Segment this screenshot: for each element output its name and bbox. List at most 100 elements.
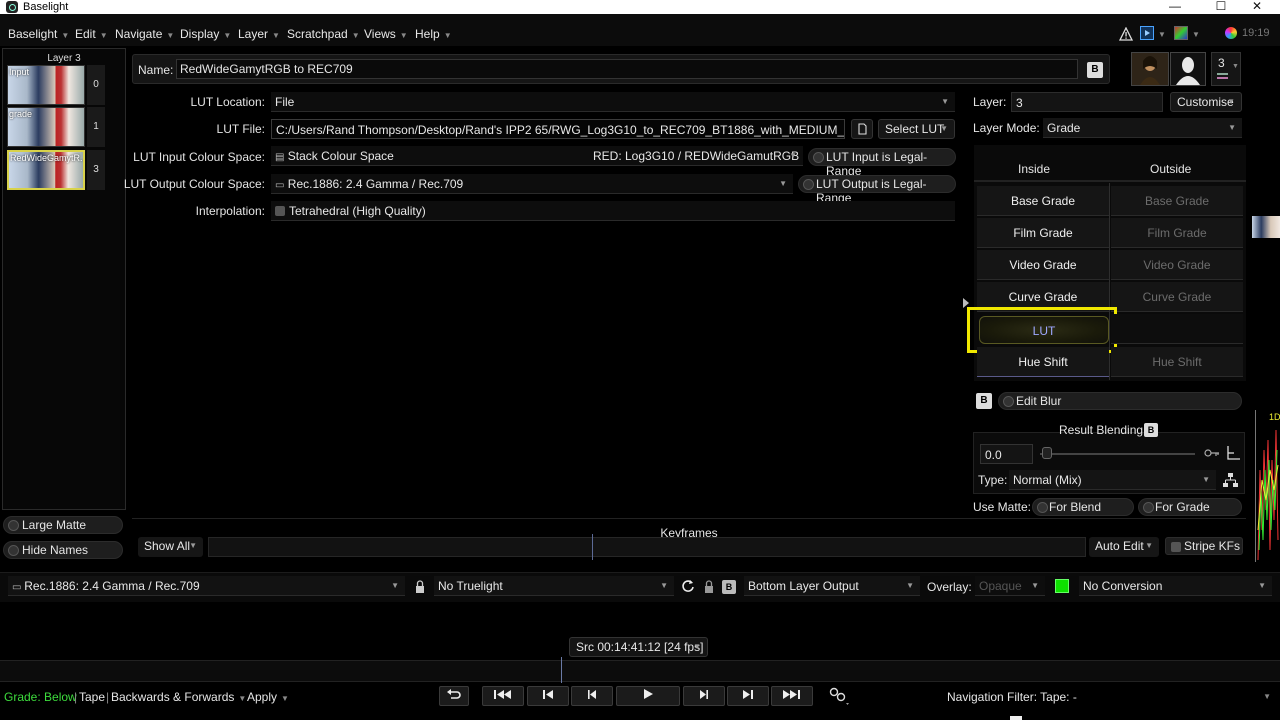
previous-shot-button[interactable] <box>527 686 569 706</box>
lut-file-label: LUT File: <box>216 122 265 136</box>
keyframes-timeline[interactable] <box>208 534 1086 560</box>
result-blending-b-icon[interactable]: B <box>1144 423 1158 437</box>
inside-video-grade[interactable]: Video Grade <box>977 250 1109 280</box>
timeline-playhead[interactable] <box>561 657 562 683</box>
monitor-icon: ▭ <box>275 180 285 191</box>
outside-lut[interactable] <box>1111 314 1243 344</box>
go-to-start-button[interactable] <box>482 686 524 706</box>
window-title: Baselight <box>23 1 69 13</box>
menu-navigate[interactable]: Navigate ▼ <box>115 27 174 43</box>
timecode-dropdown[interactable]: Src 00:14:41:12 [24 fps] ▼ <box>569 637 708 657</box>
monitor-play-icon[interactable] <box>1140 26 1154 40</box>
edit-blur-toggle[interactable]: Edit Blur <box>998 392 1242 410</box>
tape-mode-button[interactable]: Tape <box>79 690 105 704</box>
grade-mode-selector[interactable]: Grade: Below <box>4 690 77 704</box>
name-input[interactable]: RedWideGamytRGB to REC709 <box>176 59 1078 79</box>
menu-edit[interactable]: Edit ▼ <box>75 27 108 43</box>
minimize-button[interactable]: — <box>1152 0 1198 14</box>
next-shot-button[interactable] <box>727 686 769 706</box>
display-colour-space-dropdown[interactable]: ▭ Rec.1886: 2.4 Gamma / Rec.709 ▼ <box>8 576 405 596</box>
outside-base-grade[interactable]: Base Grade <box>1111 186 1243 216</box>
step-back-button[interactable] <box>571 686 613 706</box>
inside-lut[interactable]: LUT <box>979 316 1109 344</box>
key-icon[interactable] <box>1203 445 1221 461</box>
silhouette-thumbnail[interactable] <box>1170 52 1206 86</box>
stripe-kfs-toggle[interactable]: Stripe KFs <box>1165 537 1243 555</box>
matte-for-grade-toggle[interactable]: For Grade <box>1138 498 1242 516</box>
graph-axis-icon[interactable] <box>1224 444 1242 462</box>
menu-scratchpad[interactable]: Scratchpad ▼ <box>287 27 360 43</box>
output-b-icon[interactable]: B <box>722 580 736 594</box>
chevron-down-icon[interactable]: ▼ <box>1158 30 1166 39</box>
timeline-scrubber[interactable] <box>0 657 1280 683</box>
select-lut-button[interactable]: Select LUT ▼ <box>878 119 955 139</box>
close-button[interactable]: ✕ <box>1234 0 1280 14</box>
status-green-indicator[interactable] <box>1055 579 1069 593</box>
inside-base-grade[interactable]: Base Grade <box>977 186 1109 216</box>
resize-handle[interactable] <box>1010 716 1022 720</box>
blend-amount-input[interactable]: 0.0 <box>980 444 1033 464</box>
lut-output-colour-space-dropdown[interactable]: ▭ Rec.1886: 2.4 Gamma / Rec.709 ▼ <box>271 174 793 194</box>
layer-mode-label: Layer Mode: <box>973 121 1040 135</box>
layer-number-input[interactable]: 3 <box>1011 92 1163 112</box>
auto-edit-dropdown[interactable]: Auto Edit ▼ <box>1089 537 1159 557</box>
color-balls-icon[interactable] <box>1225 27 1237 39</box>
layer-mode-dropdown[interactable]: Grade ▼ <box>1043 118 1242 138</box>
blur-bypass-b-icon[interactable]: B <box>976 393 992 409</box>
playback-direction-dropdown[interactable]: Backwards & Forwards ▼ <box>111 690 246 704</box>
file-browse-button[interactable] <box>851 119 873 139</box>
menu-views[interactable]: Views ▼ <box>364 27 408 43</box>
interpolation-dropdown[interactable]: Tetrahedral (High Quality) <box>271 201 955 221</box>
show-all-dropdown[interactable]: Show All ▼ <box>138 537 203 557</box>
matte-for-blend-toggle[interactable]: For Blend <box>1032 498 1134 516</box>
menu-display[interactable]: Display ▼ <box>180 27 231 43</box>
overlay-dropdown[interactable]: Opaque ▼ <box>975 576 1045 596</box>
refresh-icon[interactable] <box>680 578 696 594</box>
hierarchy-icon[interactable] <box>1221 471 1239 489</box>
bypass-b-icon[interactable]: B <box>1087 62 1103 78</box>
menu-baselight[interactable]: Baselight ▼ <box>8 27 69 43</box>
inside-film-grade[interactable]: Film Grade <box>977 218 1109 248</box>
transport-options-button[interactable] <box>826 684 852 708</box>
menu-layer[interactable]: Layer ▼ <box>238 27 280 43</box>
play-icon <box>644 689 653 699</box>
blend-slider[interactable] <box>1040 453 1195 455</box>
play-button[interactable] <box>616 686 680 706</box>
warning-icon[interactable] <box>1119 27 1133 41</box>
chevron-down-icon[interactable]: ▼ <box>1192 30 1200 39</box>
apply-dropdown[interactable]: Apply ▼ <box>247 690 289 704</box>
blend-slider-handle[interactable] <box>1042 447 1052 459</box>
lut-input-colour-space-dropdown[interactable]: ▤ Stack Colour Space RED: Log3G10 / REDW… <box>271 146 803 166</box>
outside-curve-grade[interactable]: Curve Grade <box>1111 282 1243 312</box>
go-to-end-button[interactable] <box>771 686 813 706</box>
blend-type-dropdown[interactable]: Normal (Mix) ▼ <box>1009 470 1216 490</box>
step-forward-button[interactable] <box>683 686 725 706</box>
inside-hue-shift[interactable]: Hue Shift <box>977 347 1109 377</box>
color-wheel-icon[interactable] <box>1174 26 1188 40</box>
mona-lisa-thumbnail[interactable] <box>1131 52 1169 86</box>
large-matte-toggle[interactable]: Large Matte <box>3 516 123 534</box>
output-dropdown[interactable]: Bottom Layer Output ▼ <box>744 576 920 596</box>
viewer-thumbnail-strip <box>1252 216 1280 238</box>
customise-button[interactable]: Customise ▼ <box>1170 92 1242 112</box>
monitor-icon: ▭ <box>12 582 25 593</box>
lock-icon[interactable] <box>702 579 716 595</box>
hide-names-toggle[interactable]: Hide Names <box>3 541 123 559</box>
conversion-dropdown[interactable]: No Conversion ▼ <box>1079 576 1272 596</box>
outside-hue-shift[interactable]: Hue Shift <box>1111 347 1243 377</box>
panel-collapse-arrow-icon[interactable] <box>962 296 970 310</box>
outside-video-grade[interactable]: Video Grade <box>1111 250 1243 280</box>
layer-count-badge[interactable]: 3 ▼ <box>1211 52 1241 86</box>
lut-location-dropdown[interactable]: File ▼ <box>271 92 955 112</box>
outside-film-grade[interactable]: Film Grade <box>1111 218 1243 248</box>
undo-button[interactable] <box>439 686 469 706</box>
lock-icon[interactable] <box>413 579 427 595</box>
navigation-filter-dropdown[interactable]: Navigation Filter: Tape: - ▼ <box>947 690 1277 706</box>
truelight-dropdown[interactable]: No Truelight ▼ <box>434 576 674 596</box>
type-label: Type: <box>978 473 1008 487</box>
layer-stack-panel: Layer 3 Input 0 grade 1 RedWideGamytR...… <box>2 48 126 510</box>
lut-input-legal-range-toggle[interactable]: LUT Input is Legal-Range <box>808 148 956 178</box>
lut-output-legal-range-toggle[interactable]: LUT Output is Legal-Range <box>798 175 956 205</box>
lut-file-input[interactable]: C:/Users/Rand Thompson/Desktop/Rand's IP… <box>271 119 845 139</box>
menu-help[interactable]: Help ▼ <box>415 27 452 43</box>
